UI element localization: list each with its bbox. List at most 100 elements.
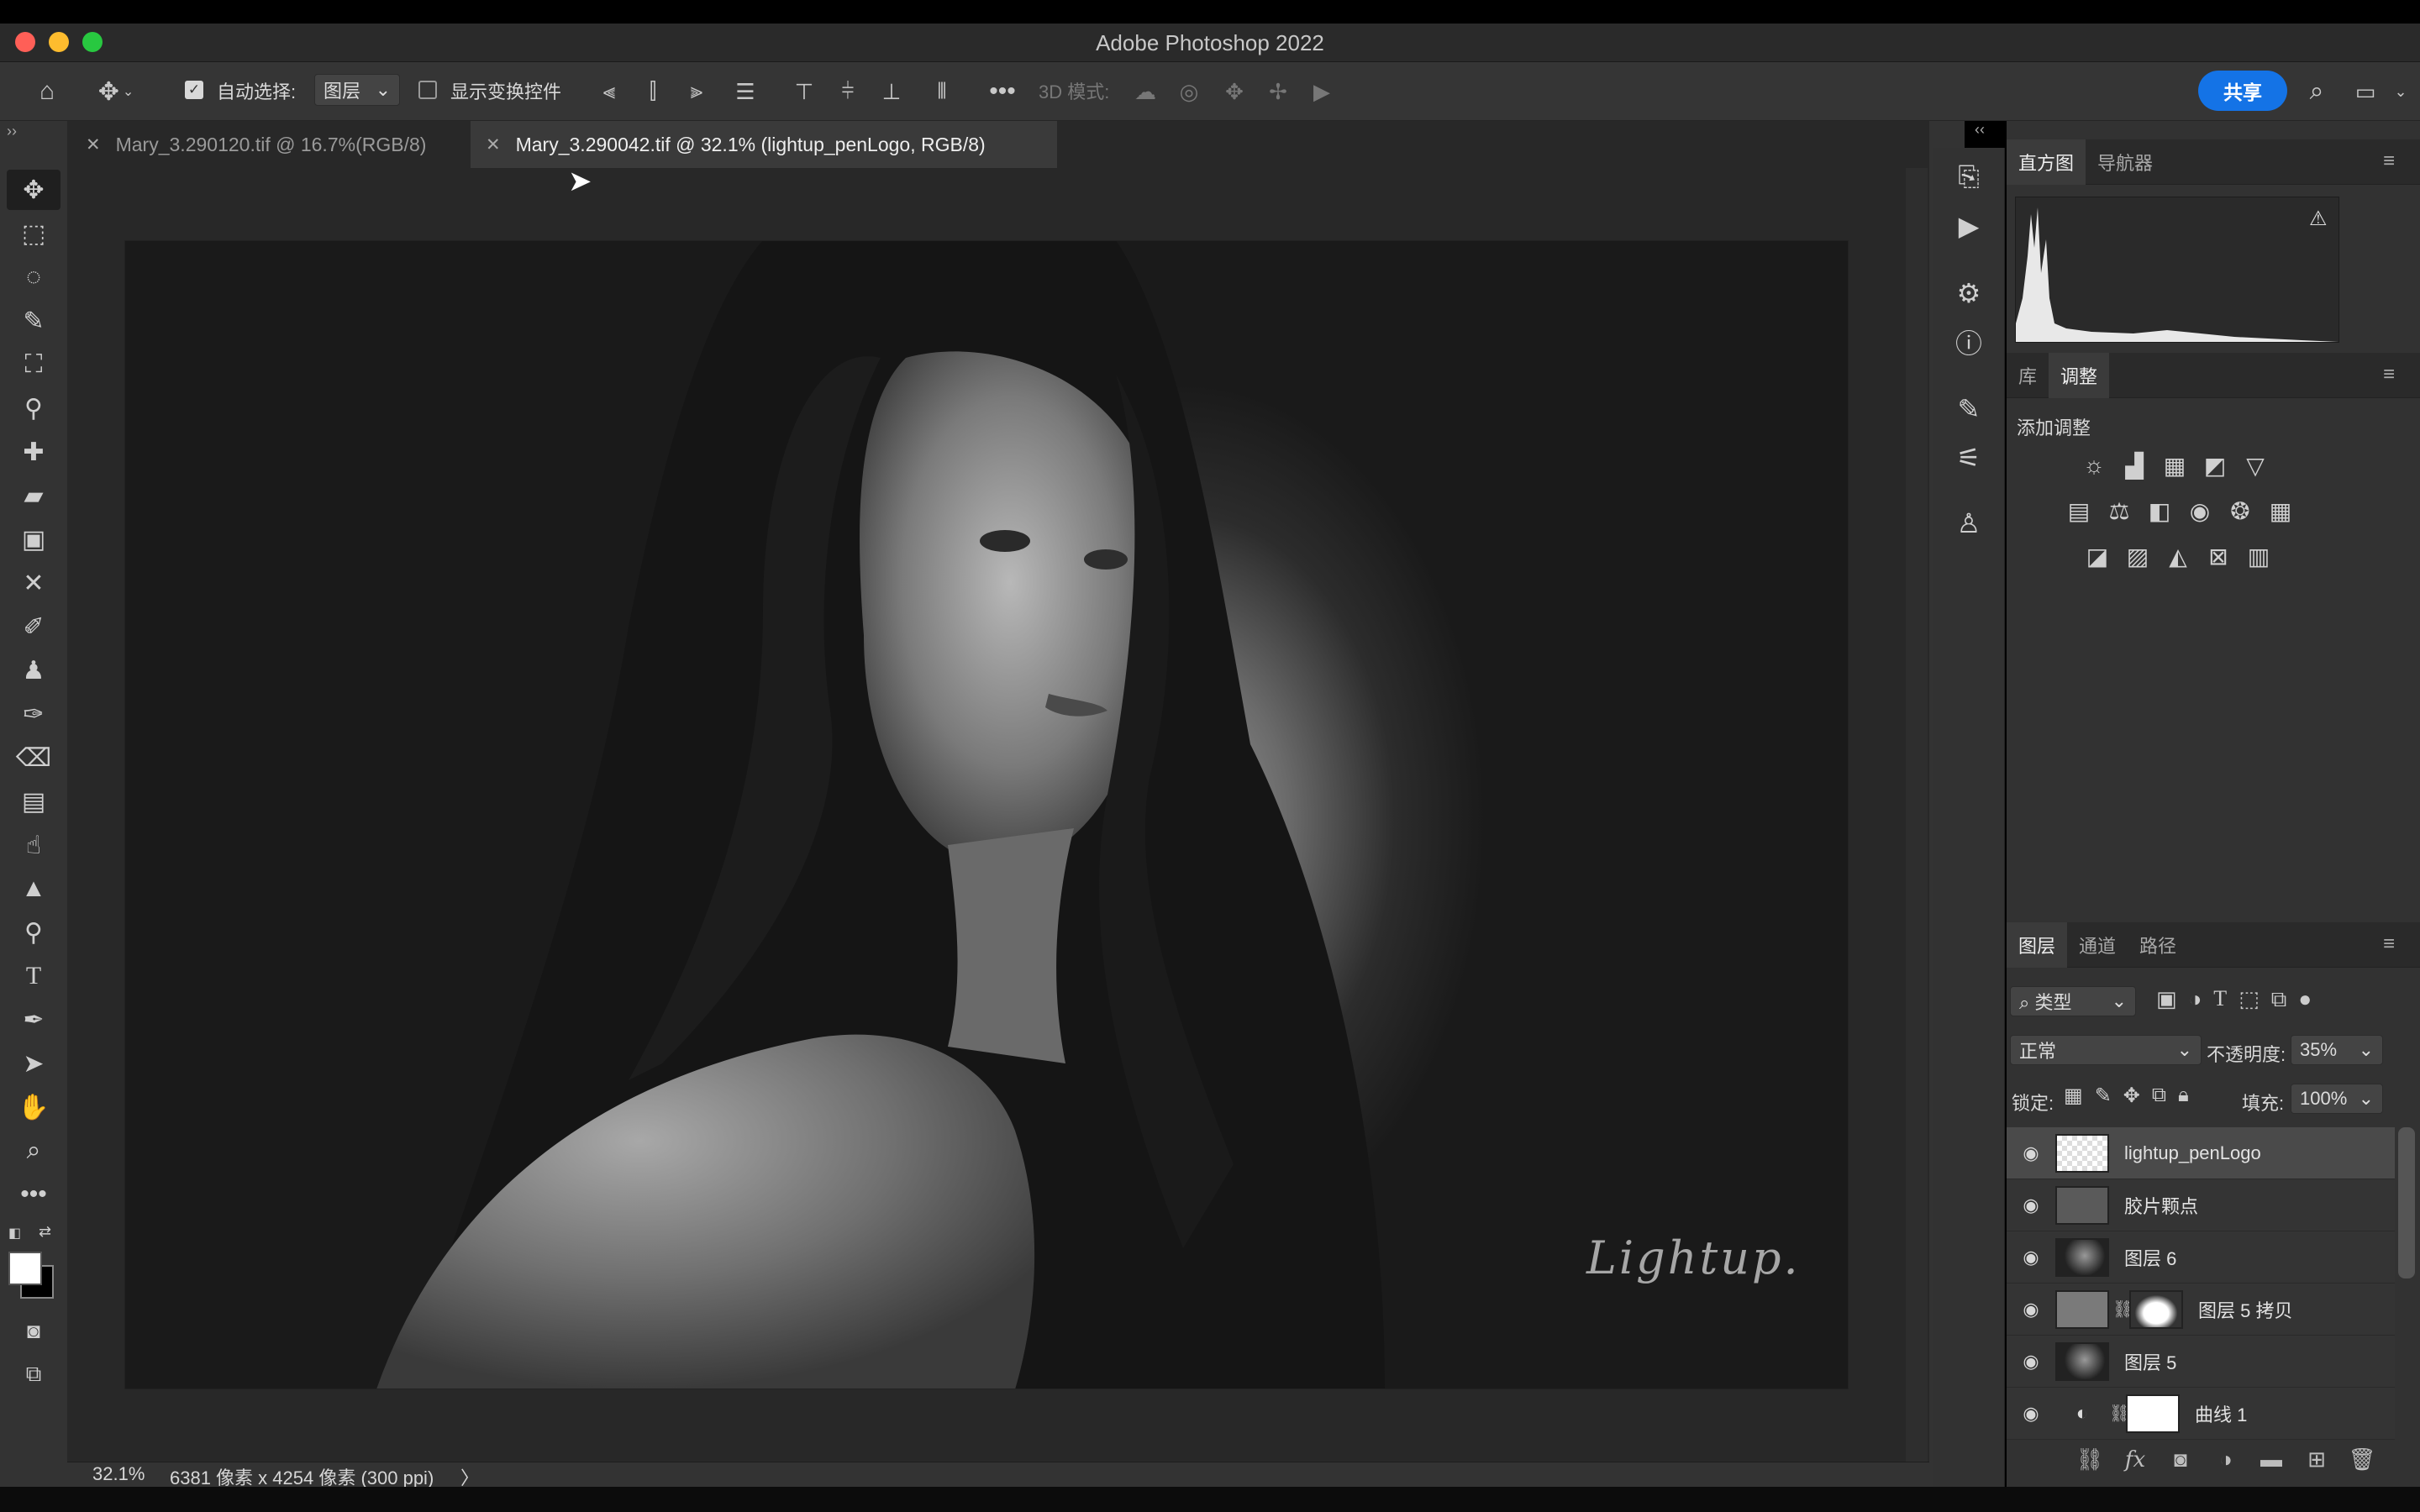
pen-tool-icon[interactable]: ✒: [0, 1000, 67, 1040]
edit-toolbar-icon[interactable]: •••: [0, 1174, 67, 1215]
show-transform-checkbox[interactable]: [418, 81, 437, 99]
type-tool-icon[interactable]: T: [0, 956, 67, 996]
align-middle-v-icon[interactable]: ⫩: [827, 62, 869, 121]
properties-panel-icon[interactable]: ⚙: [1943, 272, 1995, 314]
share-button[interactable]: 共享: [2198, 71, 2287, 111]
layer-row[interactable]: ◉ ⛓ 图层 5 拷贝: [2007, 1284, 2395, 1336]
auto-select-dropdown[interactable]: 图层 ⌄: [314, 74, 400, 106]
move-tool-preset-icon[interactable]: ✥ ⌄: [92, 62, 139, 121]
healing-brush-tool-icon[interactable]: ▰: [0, 475, 67, 516]
layer-row[interactable]: ◉ lightup_penLogo: [2007, 1127, 2395, 1179]
new-layer-icon[interactable]: ⊞: [2294, 1446, 2339, 1473]
layer-row[interactable]: ◉ 胶片颗点: [2007, 1179, 2395, 1231]
levels-icon[interactable]: ▟: [2118, 449, 2151, 482]
eyedropper-tool-icon[interactable]: ⚲: [0, 388, 67, 428]
workspace-chevron-icon[interactable]: ⌄: [2386, 62, 2415, 121]
hue-saturation-icon[interactable]: ▤: [2062, 494, 2096, 528]
screen-mode-icon[interactable]: ⧉: [0, 1354, 67, 1394]
exposure-icon[interactable]: ◩: [2198, 449, 2232, 482]
hand-tool-icon[interactable]: ✋: [0, 1087, 67, 1127]
3d-slide-icon[interactable]: ✢: [1259, 62, 1297, 121]
auto-select-checkbox[interactable]: ✓: [185, 81, 203, 99]
marquee-tool-icon[interactable]: ⬚: [0, 213, 67, 254]
curves-icon[interactable]: ▦: [2158, 449, 2191, 482]
close-tab-icon[interactable]: ✕: [486, 134, 501, 155]
shape-filter-icon[interactable]: ⬚: [2238, 986, 2260, 1013]
lock-pixels-icon[interactable]: ✎: [2095, 1084, 2112, 1108]
smart-object-filter-icon[interactable]: ⧉: [2271, 986, 2287, 1013]
path-selection-tool-icon[interactable]: ➤: [0, 1043, 67, 1084]
smudge-tool-icon[interactable]: ☝: [0, 825, 67, 865]
brush-settings-icon[interactable]: ✎: [1943, 388, 1995, 430]
frame-tool-icon[interactable]: ▣: [0, 519, 67, 559]
layer-filter-dropdown[interactable]: ⌕ 类型 ⌄: [2010, 986, 2136, 1016]
foreground-color-swatch[interactable]: [8, 1252, 42, 1285]
tab-histogram[interactable]: 直方图: [2007, 139, 2086, 185]
distribute-vertical-icon[interactable]: ☰: [724, 62, 766, 121]
adjustment-filter-icon[interactable]: ◑: [2189, 986, 2202, 1013]
layers-scrollbar[interactable]: [2398, 1127, 2415, 1278]
visibility-eye-icon[interactable]: ◉: [2007, 1142, 2055, 1164]
layer-mask-thumbnail[interactable]: [2129, 1289, 2183, 1329]
new-adjustment-icon[interactable]: ◑: [2203, 1446, 2249, 1473]
more-options-icon[interactable]: •••: [981, 62, 1023, 121]
black-white-icon[interactable]: ◧: [2143, 494, 2176, 528]
visibility-eye-icon[interactable]: ◉: [2007, 1351, 2055, 1373]
adjustments-panel-icon[interactable]: ⚟: [1943, 437, 1995, 479]
lock-position-icon[interactable]: ✥: [2123, 1084, 2140, 1108]
eraser-tool-icon[interactable]: ⌫: [0, 738, 67, 778]
adjust-panel-menu-icon[interactable]: ≡: [2383, 363, 2395, 386]
align-right-icon[interactable]: ⫸: [676, 62, 718, 121]
clone-source-icon[interactable]: ♙: [1943, 502, 1995, 544]
default-colors-icon[interactable]: ◧: [8, 1225, 21, 1242]
document-tab-1[interactable]: ✕ Mary_3.290120.tif @ 16.7%(RGB/8): [71, 121, 466, 168]
visibility-eye-icon[interactable]: ◉: [2007, 1194, 2055, 1216]
gradient-map-icon[interactable]: ▥: [2242, 539, 2275, 573]
brightness-contrast-icon[interactable]: ☼: [2077, 449, 2111, 482]
dodge-tool-icon[interactable]: ⚲: [0, 912, 67, 953]
vibrance-icon[interactable]: ▽: [2238, 449, 2272, 482]
filter-toggle-icon[interactable]: ●: [2298, 986, 2312, 1013]
layer-mask-thumbnail[interactable]: [2126, 1394, 2180, 1433]
blend-mode-dropdown[interactable]: 正常 ⌄: [2010, 1035, 2202, 1065]
link-layers-icon[interactable]: ⛓: [2067, 1446, 2112, 1473]
opacity-field[interactable]: 35% ⌄: [2291, 1035, 2383, 1065]
color-balance-icon[interactable]: ⚖: [2102, 494, 2136, 528]
layer-style-icon[interactable]: fx: [2112, 1447, 2158, 1473]
tab-channels[interactable]: 通道: [2067, 922, 2128, 968]
new-group-icon[interactable]: ▬: [2249, 1446, 2294, 1473]
quick-mask-icon[interactable]: ◙: [0, 1310, 67, 1351]
visibility-eye-icon[interactable]: ◉: [2007, 1299, 2055, 1320]
layer-name[interactable]: 图层 6: [2124, 1244, 2176, 1271]
add-mask-icon[interactable]: ◙: [2158, 1446, 2203, 1473]
tab-layers[interactable]: 图层: [2007, 922, 2068, 968]
tab-libraries[interactable]: 库: [2007, 353, 2049, 398]
link-mask-icon[interactable]: ⛓: [2109, 1403, 2130, 1424]
brush-tool-icon[interactable]: ✐: [0, 606, 67, 647]
layer-name[interactable]: 曲线 1: [2195, 1400, 2247, 1427]
posterize-icon[interactable]: ▨: [2121, 539, 2154, 573]
selective-color-icon[interactable]: ⊠: [2202, 539, 2235, 573]
layer-name[interactable]: 图层 5 拷贝: [2198, 1296, 2292, 1323]
photo-filter-icon[interactable]: ◉: [2183, 494, 2217, 528]
zoom-tool-icon[interactable]: ⌕: [0, 1131, 67, 1171]
gradient-tool-icon[interactable]: ▤: [0, 781, 67, 822]
layer-row[interactable]: ◉ 图层 5: [2007, 1336, 2395, 1388]
document-tab-2[interactable]: ✕ Mary_3.290042.tif @ 32.1% (lightup_penL…: [471, 121, 1057, 168]
history-brush-tool-icon[interactable]: ✑: [0, 694, 67, 734]
distribute-horizontal-icon[interactable]: ⦀: [921, 62, 963, 121]
align-center-h-icon[interactable]: ⫿: [632, 62, 674, 121]
history-panel-icon[interactable]: ⎘: [1943, 156, 1995, 198]
layer-name[interactable]: 胶片颗点: [2124, 1192, 2198, 1219]
align-left-icon[interactable]: ⫷: [588, 62, 630, 121]
quick-selection-tool-icon[interactable]: ✎: [0, 301, 67, 341]
layer-row[interactable]: ◉ 图层 6: [2007, 1231, 2395, 1284]
lock-all-icon[interactable]: 🔒︎: [2178, 1084, 2189, 1108]
pixel-filter-icon[interactable]: ▣: [2156, 986, 2177, 1013]
crop-tool-icon[interactable]: ⛶: [0, 344, 67, 385]
clone-stamp-tool-icon[interactable]: ♟: [0, 650, 67, 690]
histogram-warning-icon[interactable]: ⚠: [2309, 207, 2328, 231]
canvas-vertical-scrollbar[interactable]: [1906, 168, 1928, 1462]
spot-healing-tool-icon[interactable]: ✚: [0, 432, 67, 472]
swap-colors-icon[interactable]: ⇄: [39, 1223, 51, 1241]
